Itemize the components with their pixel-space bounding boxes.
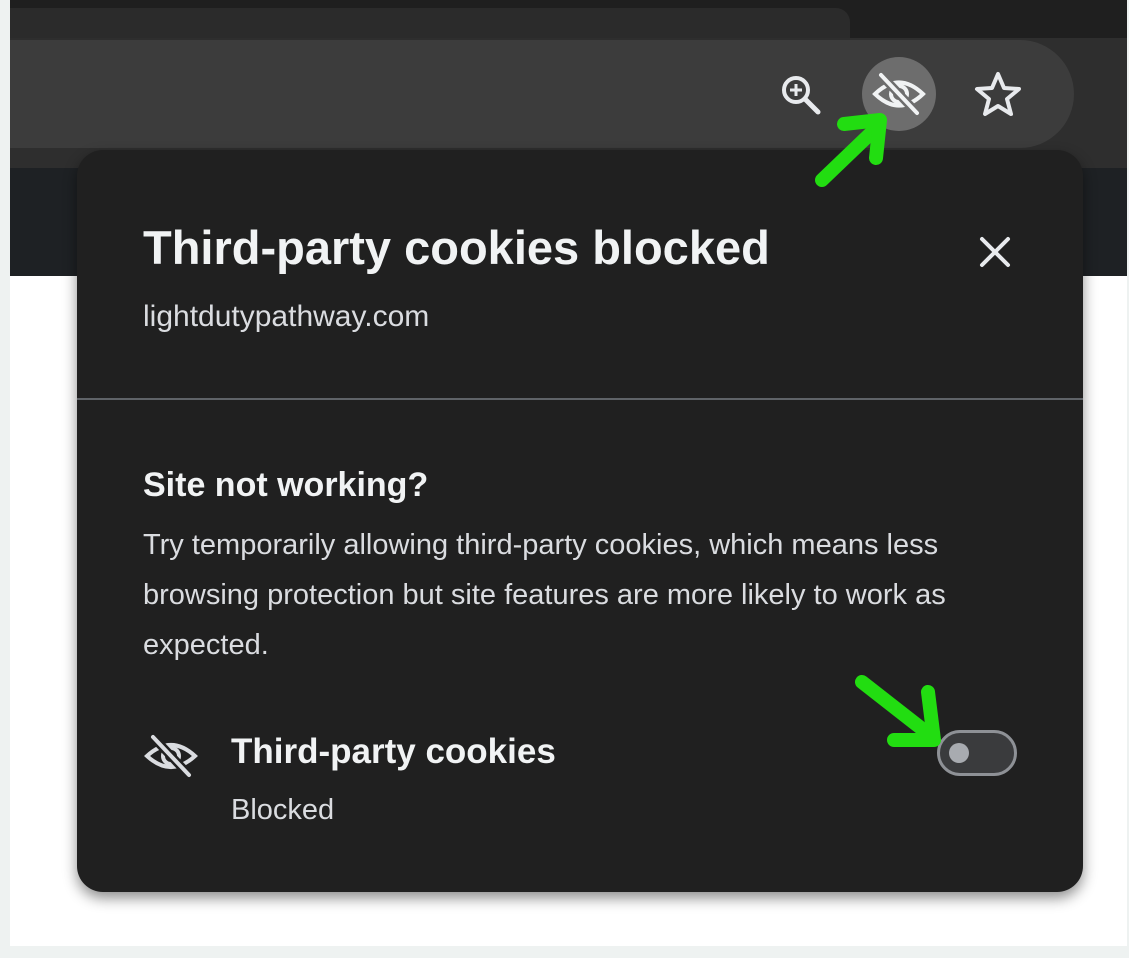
eye-off-icon [141, 726, 201, 786]
cookie-setting-status: Blocked [231, 794, 335, 826]
popup-title: Third-party cookies blocked [143, 221, 770, 274]
close-icon[interactable] [965, 222, 1025, 282]
browser-window: Third-party cookies blocked lightdutypat… [10, 0, 1127, 946]
section-description: Try temporarily allowing third-party coo… [143, 529, 946, 661]
section-heading: Site not working? [143, 466, 429, 504]
cookie-setting-label: Third-party cookies [231, 732, 556, 771]
tab-strip [10, 0, 1127, 38]
cookie-controls-popup: Third-party cookies blocked lightdutypat… [77, 150, 1083, 892]
bookmark-star-icon[interactable] [968, 64, 1028, 124]
active-tab[interactable] [10, 8, 850, 38]
annotation-arrow-top [815, 113, 887, 187]
site-domain: lightdutypathway.com [143, 300, 430, 333]
annotation-arrow-bottom [855, 675, 941, 747]
divider [77, 398, 1083, 400]
